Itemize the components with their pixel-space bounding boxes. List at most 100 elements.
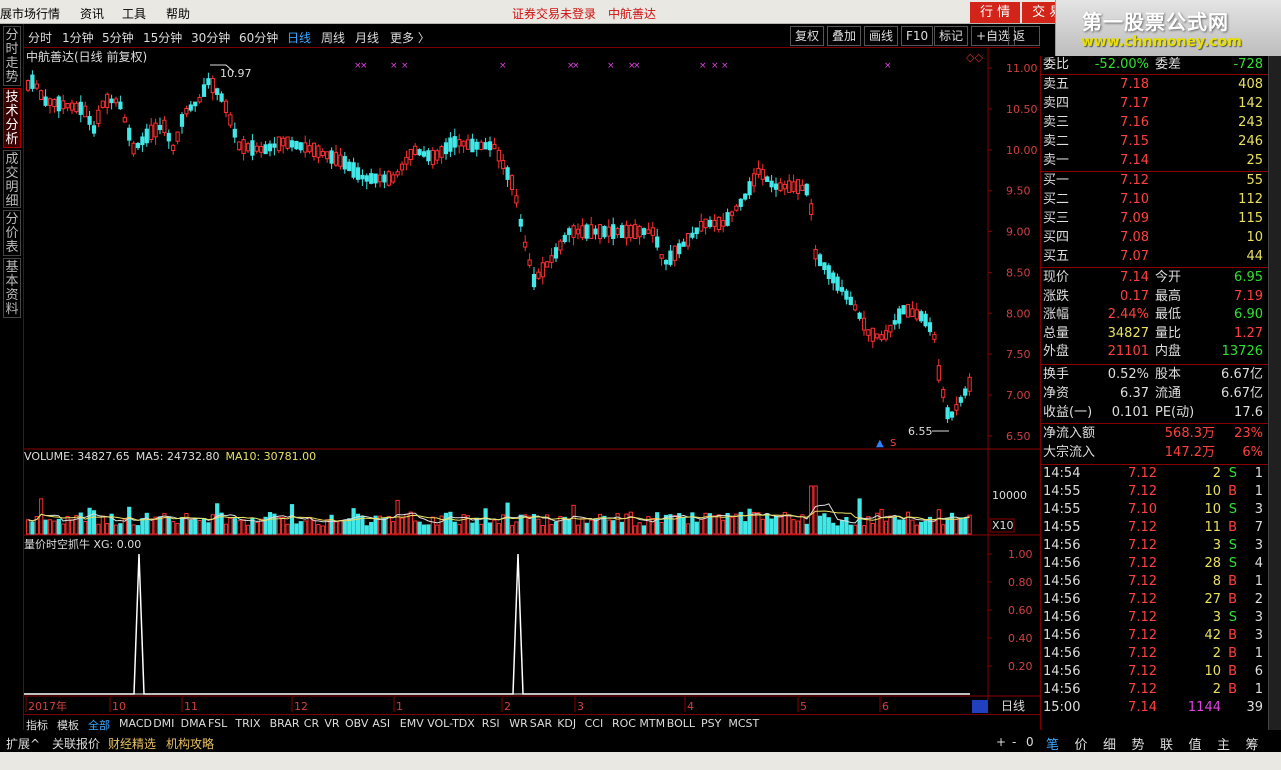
zoom-out-button[interactable]: -	[1012, 735, 1016, 749]
tab-intraday[interactable]: 分时走势	[3, 26, 21, 86]
period-60min[interactable]: 60分钟	[239, 29, 278, 46]
price-tick-label: 9.50	[1006, 185, 1031, 198]
period-label[interactable]: 日线	[1001, 699, 1025, 713]
period-more[interactable]: 更多 〉	[390, 29, 430, 46]
indicator-tab-fsl[interactable]: FSL	[208, 717, 227, 730]
candle-body	[25, 79, 31, 91]
indicator-tab-macd[interactable]: MACD	[119, 717, 152, 730]
indicator-tab-模板[interactable]: 模板	[57, 717, 79, 733]
menu-help[interactable]: 帮助	[166, 5, 190, 22]
tab-technical[interactable]: 技术分析	[3, 88, 21, 148]
indicator-tab-psy[interactable]: PSY	[701, 717, 721, 730]
volume-bar	[716, 514, 721, 535]
quote-tab-5[interactable]: 值	[1189, 734, 1202, 753]
volume-bar	[729, 517, 735, 535]
volume-bar	[386, 516, 391, 535]
volume-bar	[483, 508, 488, 535]
period-intraday[interactable]: 分时	[28, 29, 52, 46]
indicator-tab-wr[interactable]: WR	[509, 717, 528, 730]
back-button[interactable]: 返回	[1008, 26, 1040, 61]
period-monthly[interactable]: 月线	[355, 29, 379, 46]
draw-line-button[interactable]: 画线	[864, 26, 899, 46]
menu-news[interactable]: 资讯	[80, 5, 104, 22]
quote-tab-0[interactable]: 笔	[1046, 734, 1059, 753]
indicator-tab-obv[interactable]: OBV	[345, 717, 368, 730]
quote-tab-6[interactable]: 主	[1217, 734, 1230, 753]
period-weekly[interactable]: 周线	[321, 29, 345, 46]
quote-tab-1[interactable]: 价	[1075, 734, 1088, 753]
restore-rights-button[interactable]: 复权	[790, 26, 825, 46]
menu-market[interactable]: 展市场行情	[0, 5, 60, 22]
tab-fundamentals[interactable]: 基本资料	[3, 258, 21, 318]
buy-level-row: 买一 7.12 55	[1041, 172, 1269, 190]
volume-bar	[333, 521, 339, 535]
quote-tab-7[interactable]: 筹	[1246, 734, 1259, 753]
buy-level-label: 买一	[1043, 173, 1070, 188]
indicator-tab-roc[interactable]: ROC	[612, 717, 636, 730]
indicator-tab-cr[interactable]: CR	[304, 717, 319, 730]
quote-tab-4[interactable]: 联	[1160, 734, 1173, 753]
tick-time: 14:54	[1043, 466, 1081, 481]
zoom-in-button[interactable]: +	[996, 735, 1006, 749]
logo-title: 第一股票公式网	[1082, 10, 1229, 34]
indicator-tab-全部[interactable]: 全部	[88, 717, 110, 733]
mark-button[interactable]: 标记	[934, 26, 969, 46]
kline-chart[interactable]: 中航善达(日线 前复权) ◇◇ 11.0010.5010.009.509.008…	[24, 48, 1040, 714]
indicator-tab-brar[interactable]: BRAR	[270, 717, 300, 730]
volume-bar	[83, 520, 88, 535]
menu-tools[interactable]: 工具	[122, 5, 146, 22]
tab-trade-detail[interactable]: 成交明细	[3, 150, 21, 209]
period-5min[interactable]: 5分钟	[102, 29, 134, 46]
tab-price-table[interactable]: 分价表	[3, 210, 21, 256]
quote-tab-3[interactable]: 势	[1132, 734, 1145, 753]
zoom-reset-button[interactable]: 0	[1026, 735, 1034, 749]
candle-body	[179, 114, 185, 127]
related-quote-tab[interactable]: 关联报价	[52, 735, 100, 752]
stat-label-2: 今开	[1155, 270, 1182, 285]
institution-tab[interactable]: 机构攻略	[166, 735, 214, 752]
period-30min[interactable]: 30分钟	[191, 29, 230, 46]
period-15min[interactable]: 15分钟	[143, 29, 182, 46]
price-tick-label: 7.00	[1006, 389, 1031, 402]
stat2-value-2: 6.67亿	[1221, 367, 1263, 382]
indicator-tab-sar[interactable]: SAR	[530, 717, 552, 730]
right-scrollbar[interactable]	[1268, 56, 1281, 730]
overlay-button[interactable]: 叠加	[827, 26, 862, 46]
candle-body	[663, 259, 669, 265]
indicator-tab-dmi[interactable]: DMI	[153, 717, 174, 730]
indicator-tab-rsi[interactable]: RSI	[482, 717, 500, 730]
weicha-label: 委差	[1155, 57, 1182, 72]
indicator-tab-kdj[interactable]: KDJ	[557, 717, 576, 730]
candle-body	[932, 334, 937, 340]
indicator-tab-指标[interactable]: 指标	[26, 717, 48, 733]
volume-bar	[47, 519, 53, 535]
period-1min[interactable]: 1分钟	[62, 29, 94, 46]
indicator-tab-emv[interactable]: EMV	[400, 717, 424, 730]
expand-tab[interactable]: 扩展^	[6, 735, 40, 752]
quote-tab-2[interactable]: 细	[1103, 734, 1116, 753]
candle-body	[461, 140, 466, 147]
indicator-tab-dma[interactable]: DMA	[181, 717, 207, 730]
indicator-tab-cci[interactable]: CCI	[585, 717, 604, 730]
scroll-marker[interactable]	[972, 700, 988, 713]
candle-body	[360, 174, 365, 180]
volume-bar	[584, 522, 589, 535]
indicator-tab-mtm[interactable]: MTM	[639, 717, 665, 730]
f10-button[interactable]: F10	[901, 26, 934, 46]
volume-bar	[668, 514, 673, 535]
indicator-tab-asi[interactable]: ASI	[372, 717, 390, 730]
tick-price: 7.12	[1128, 628, 1157, 643]
indicator-tab-trix[interactable]: TRIX	[235, 717, 260, 730]
indicator-tab-vol-tdx[interactable]: VOL-TDX	[427, 717, 475, 730]
indicator-tab-mcst[interactable]: MCST	[728, 717, 759, 730]
tick-time: 14:56	[1043, 610, 1081, 625]
finance-tab[interactable]: 财经精选	[108, 735, 156, 752]
period-daily[interactable]: 日线	[287, 29, 311, 46]
candle-body	[421, 151, 427, 157]
stat2-value-2: 17.6	[1234, 405, 1263, 420]
quote-button[interactable]: 行 情	[970, 2, 1021, 23]
indicator-tab-vr[interactable]: VR	[324, 717, 339, 730]
stat-value-2: 6.90	[1234, 307, 1263, 322]
indicator-tab-boll[interactable]: BOLL	[667, 717, 695, 730]
candle-body	[967, 376, 972, 392]
